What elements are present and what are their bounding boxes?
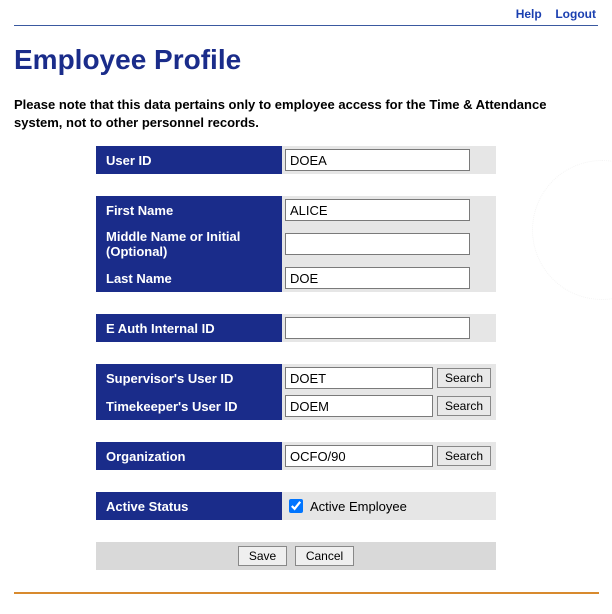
eauth-input[interactable]: [285, 317, 470, 339]
label-middle-name: Middle Name or Initial (Optional): [96, 224, 282, 264]
cell-middle-name: [282, 224, 496, 264]
page-title: Employee Profile: [14, 44, 598, 76]
first-name-input[interactable]: [285, 199, 470, 221]
button-bar: Save Cancel: [96, 542, 496, 570]
cell-eauth: [282, 314, 496, 342]
cell-supervisor: Search: [282, 364, 496, 392]
last-name-input[interactable]: [285, 267, 470, 289]
row-middle-name: Middle Name or Initial (Optional): [96, 224, 496, 264]
user-id-input[interactable]: [285, 149, 470, 171]
top-links: Help Logout: [14, 0, 598, 26]
row-last-name: Last Name: [96, 264, 496, 292]
middle-name-input[interactable]: [285, 233, 470, 255]
label-user-id: User ID: [96, 146, 282, 174]
cell-active-status: Active Employee: [282, 492, 496, 520]
supervisor-input[interactable]: [285, 367, 433, 389]
organization-search-button[interactable]: Search: [437, 446, 491, 466]
cell-first-name: [282, 196, 496, 224]
row-first-name: First Name: [96, 196, 496, 224]
cell-timekeeper: Search: [282, 392, 496, 420]
row-user-id: User ID: [96, 146, 496, 174]
timekeeper-search-button[interactable]: Search: [437, 396, 491, 416]
organization-input[interactable]: [285, 445, 433, 467]
label-last-name: Last Name: [96, 264, 282, 292]
help-link[interactable]: Help: [516, 7, 542, 21]
label-first-name: First Name: [96, 196, 282, 224]
label-active-status: Active Status: [96, 492, 282, 520]
note-text: Please note that this data pertains only…: [14, 96, 598, 132]
cancel-button[interactable]: Cancel: [295, 546, 354, 566]
bottom-divider: [14, 592, 599, 594]
row-supervisor: Supervisor's User ID Search: [96, 364, 496, 392]
timekeeper-input[interactable]: [285, 395, 433, 417]
label-organization: Organization: [96, 442, 282, 470]
label-timekeeper: Timekeeper's User ID: [96, 392, 282, 420]
active-status-text: Active Employee: [310, 499, 407, 514]
row-eauth: E Auth Internal ID: [96, 314, 496, 342]
cell-organization: Search: [282, 442, 496, 470]
active-status-checkbox[interactable]: [289, 499, 303, 513]
row-organization: Organization Search: [96, 442, 496, 470]
row-timekeeper: Timekeeper's User ID Search: [96, 392, 496, 420]
save-button[interactable]: Save: [238, 546, 287, 566]
cell-user-id: [282, 146, 496, 174]
cell-last-name: [282, 264, 496, 292]
label-supervisor: Supervisor's User ID: [96, 364, 282, 392]
label-eauth: E Auth Internal ID: [96, 314, 282, 342]
logout-link[interactable]: Logout: [555, 7, 596, 21]
row-active-status: Active Status Active Employee: [96, 492, 496, 520]
supervisor-search-button[interactable]: Search: [437, 368, 491, 388]
